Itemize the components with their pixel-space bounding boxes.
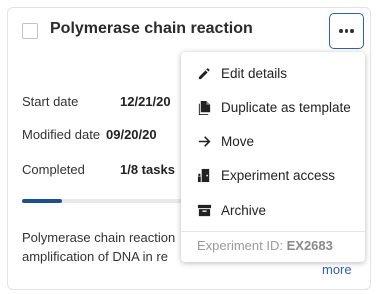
menu-item-label: Duplicate as template <box>221 99 351 115</box>
experiment-id-label: Experiment ID: <box>197 238 283 253</box>
menu-item-move[interactable]: Move <box>181 125 365 157</box>
more-options-button[interactable] <box>329 13 364 49</box>
duplicate-icon <box>196 99 212 115</box>
menu-item-duplicate-as-template[interactable]: Duplicate as template <box>181 91 365 123</box>
card-title: Polymerase chain reaction <box>50 20 253 37</box>
experiment-id: Experiment ID: EX2683 <box>197 238 333 253</box>
menu-item-edit-details[interactable]: Edit details <box>181 57 365 89</box>
arrow-right-icon <box>196 133 212 149</box>
select-checkbox[interactable] <box>22 23 38 39</box>
menu-item-label: Edit details <box>221 65 288 81</box>
menu-divider <box>181 231 365 232</box>
progress-fill <box>22 199 62 203</box>
modified-date-value: 09/20/20 <box>106 127 157 142</box>
completed-label: Completed <box>22 162 85 177</box>
start-date-value: 12/21/20 <box>120 94 171 109</box>
menu-item-experiment-access[interactable]: Experiment access <box>181 159 365 191</box>
show-more-link[interactable]: more <box>322 262 352 277</box>
pencil-icon <box>196 65 212 81</box>
menu-item-label: Archive <box>221 202 267 218</box>
door-access-icon <box>196 167 212 183</box>
menu-item-label: Experiment access <box>221 167 336 183</box>
modified-date-label: Modified date <box>22 127 101 142</box>
more-horizontal-icon <box>339 29 354 33</box>
more-options-menu: Edit details Duplicate as template Move … <box>181 52 365 262</box>
start-date-label: Start date <box>22 94 79 109</box>
experiment-id-value: EX2683 <box>286 238 333 253</box>
menu-item-archive[interactable]: Archive <box>181 194 365 226</box>
archive-box-icon <box>196 202 212 218</box>
completed-value: 1/8 tasks <box>120 162 175 177</box>
menu-item-label: Move <box>221 133 255 149</box>
